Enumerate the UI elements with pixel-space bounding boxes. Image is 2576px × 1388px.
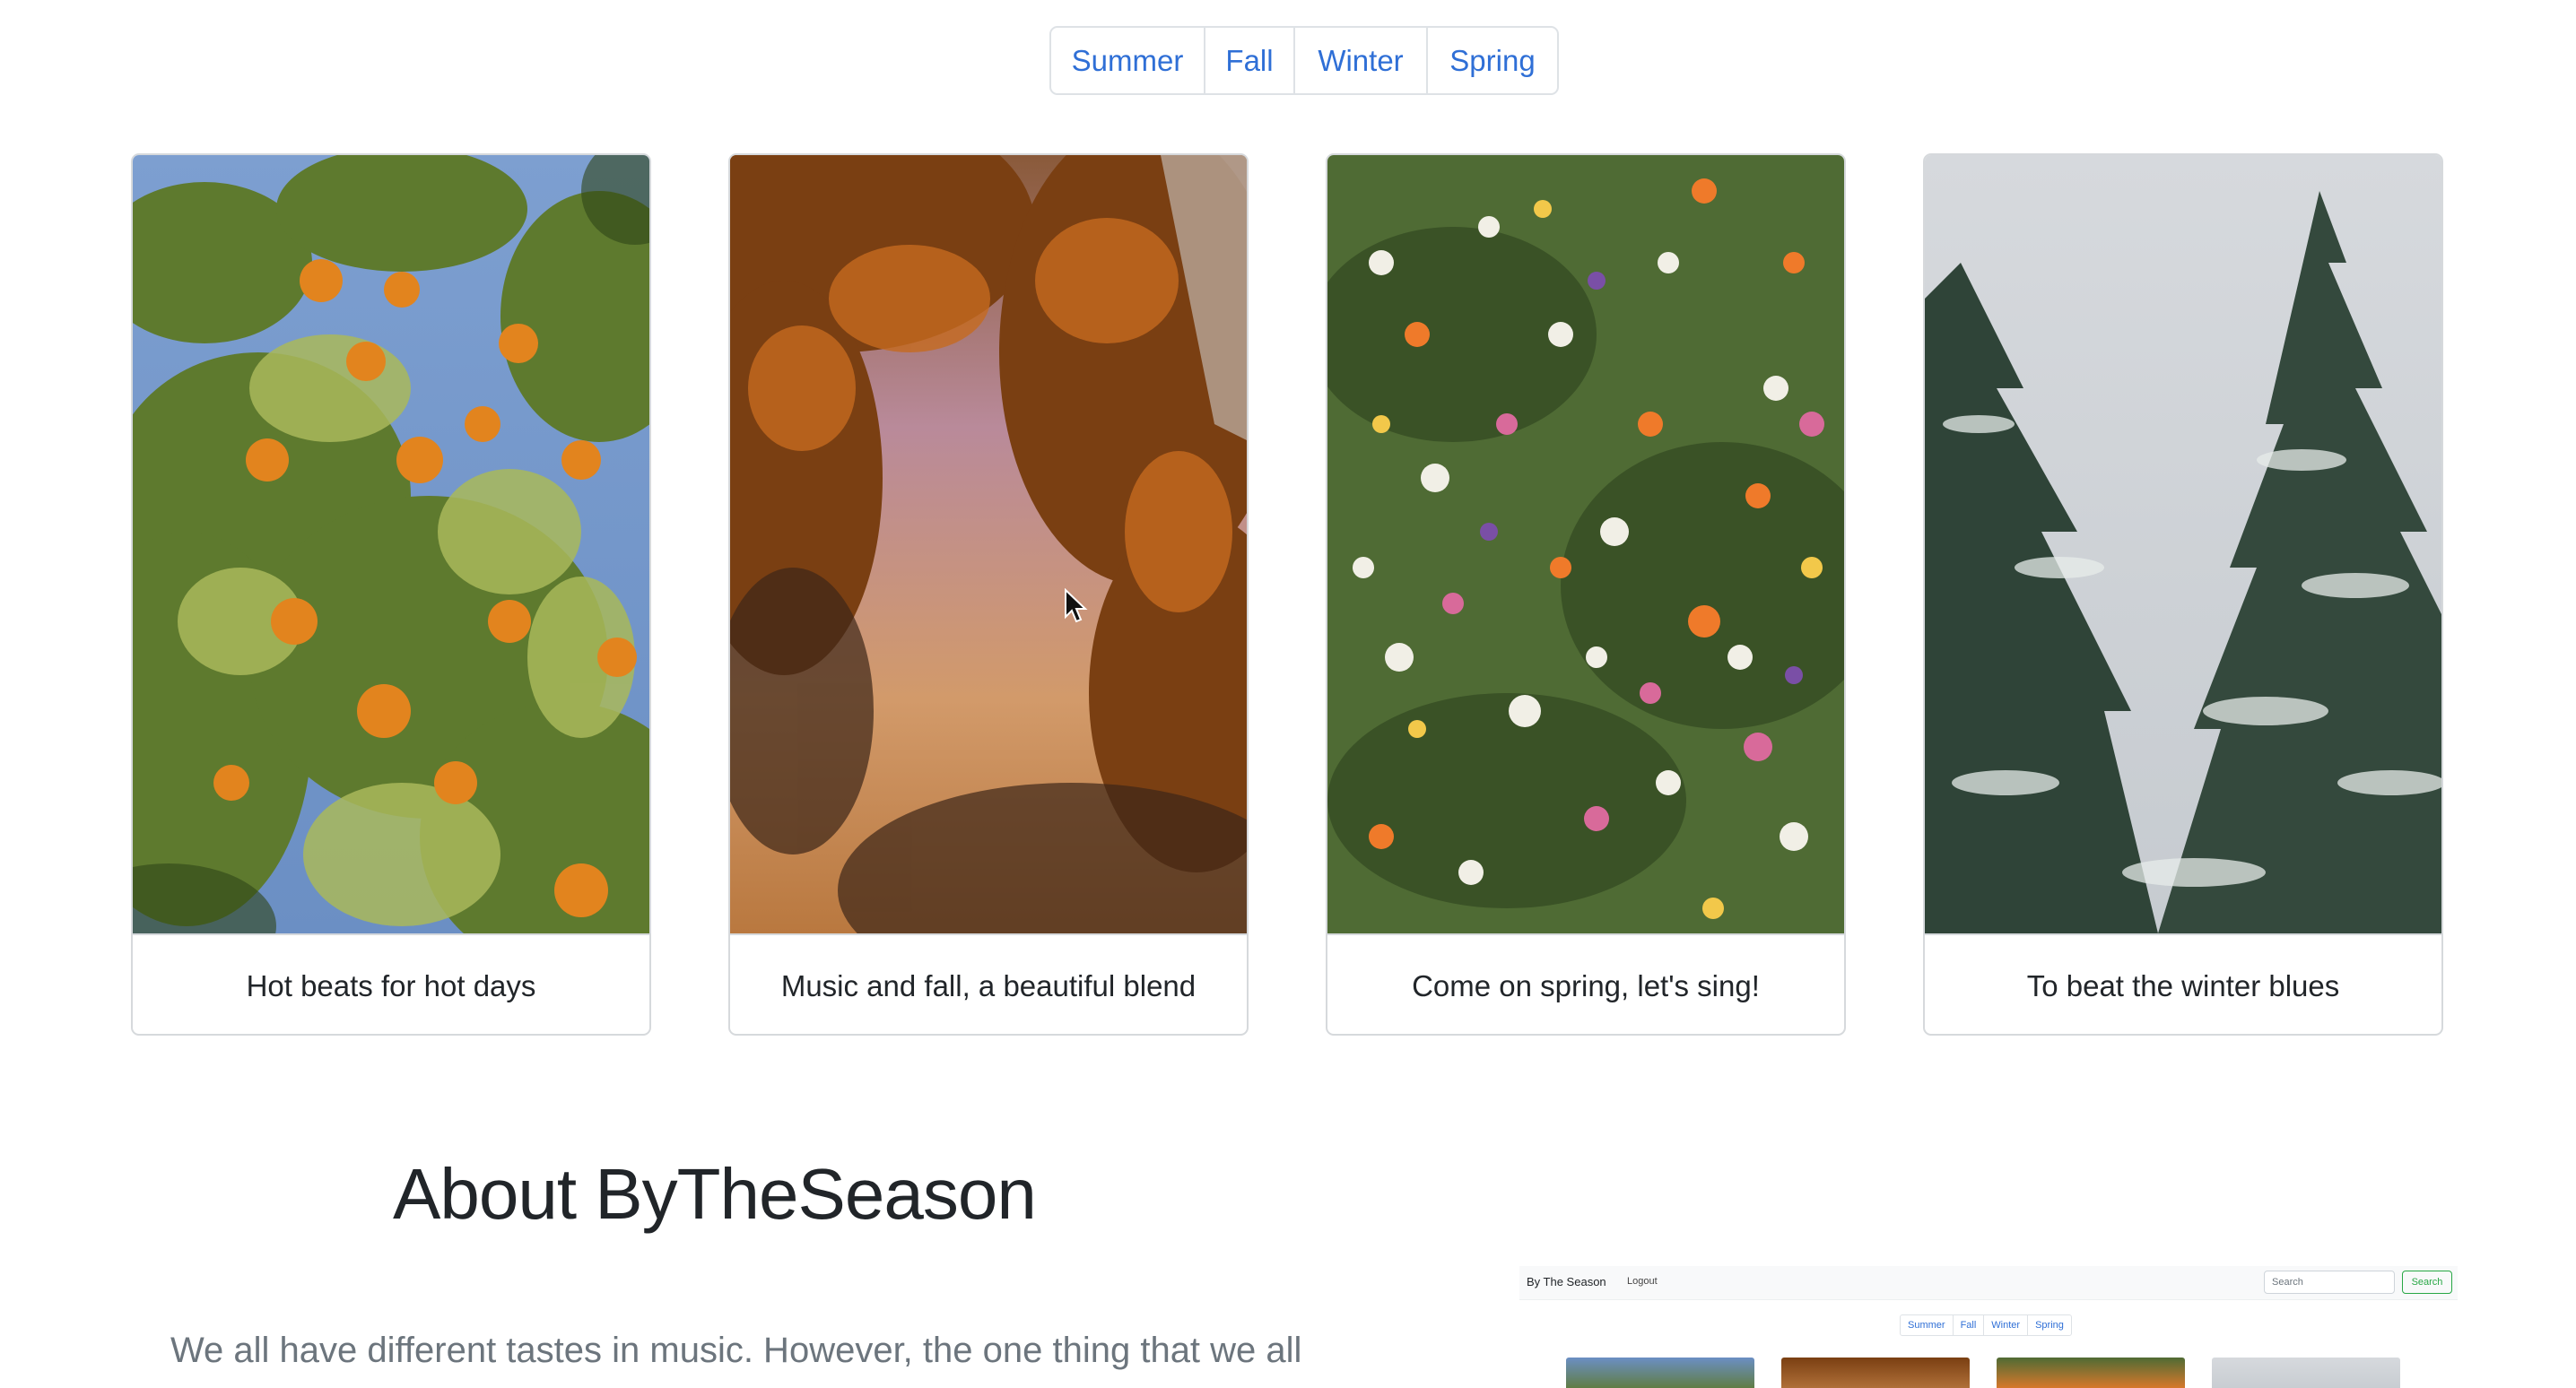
preview-logout-link: Logout bbox=[1627, 1276, 1658, 1287]
card-caption: To beat the winter blues bbox=[1925, 933, 2441, 1034]
playlist-card-spring[interactable]: Come on spring, let's sing! bbox=[1326, 153, 1846, 1036]
tab-fall[interactable]: Fall bbox=[1205, 28, 1295, 93]
site-preview-image: By The Season Logout Search Search Summe… bbox=[1519, 1266, 2458, 1388]
about-text: We all have different tastes in music. H… bbox=[170, 1331, 1302, 1370]
preview-search-input: Search bbox=[2264, 1271, 2395, 1294]
card-caption: Come on spring, let's sing! bbox=[1327, 933, 1844, 1034]
preview-card-winter bbox=[2212, 1358, 2400, 1388]
about-title: About ByTheSeason bbox=[393, 1154, 1037, 1234]
playlist-card-winter[interactable]: To beat the winter blues bbox=[1923, 153, 2443, 1036]
playlist-card-summer[interactable]: Hot beats for hot days bbox=[131, 153, 651, 1036]
preview-tab-summer: Summer bbox=[1901, 1315, 1954, 1335]
preview-card-spring bbox=[1997, 1358, 2185, 1388]
preview-card-summer bbox=[1566, 1358, 1754, 1388]
season-tabs: Summer Fall Winter Spring bbox=[1049, 26, 1559, 95]
mouse-cursor-icon bbox=[1064, 587, 1089, 629]
preview-tab-winter: Winter bbox=[1984, 1315, 2029, 1335]
playlist-card-fall[interactable]: Music and fall, a beautiful blend bbox=[728, 153, 1249, 1036]
orange-tree-image bbox=[133, 155, 649, 933]
preview-brand: By The Season bbox=[1527, 1275, 1606, 1288]
preview-search-button: Search bbox=[2402, 1271, 2452, 1294]
preview-season-tabs: Summer Fall Winter Spring bbox=[1900, 1314, 2072, 1336]
card-caption: Music and fall, a beautiful blend bbox=[730, 933, 1247, 1034]
card-caption: Hot beats for hot days bbox=[133, 933, 649, 1034]
preview-tab-fall: Fall bbox=[1954, 1315, 1985, 1335]
preview-tab-spring: Spring bbox=[2035, 1320, 2064, 1331]
tab-winter[interactable]: Winter bbox=[1295, 28, 1428, 93]
tab-summer[interactable]: Summer bbox=[1051, 28, 1205, 93]
tab-spring[interactable]: Spring bbox=[1428, 28, 1557, 93]
preview-card-fall bbox=[1781, 1358, 1970, 1388]
autumn-trees-image bbox=[730, 155, 1247, 933]
snowy-pine-trees-image bbox=[1925, 155, 2441, 933]
wildflowers-image bbox=[1327, 155, 1844, 933]
preview-navbar: By The Season Logout Search Search bbox=[1519, 1266, 2458, 1300]
